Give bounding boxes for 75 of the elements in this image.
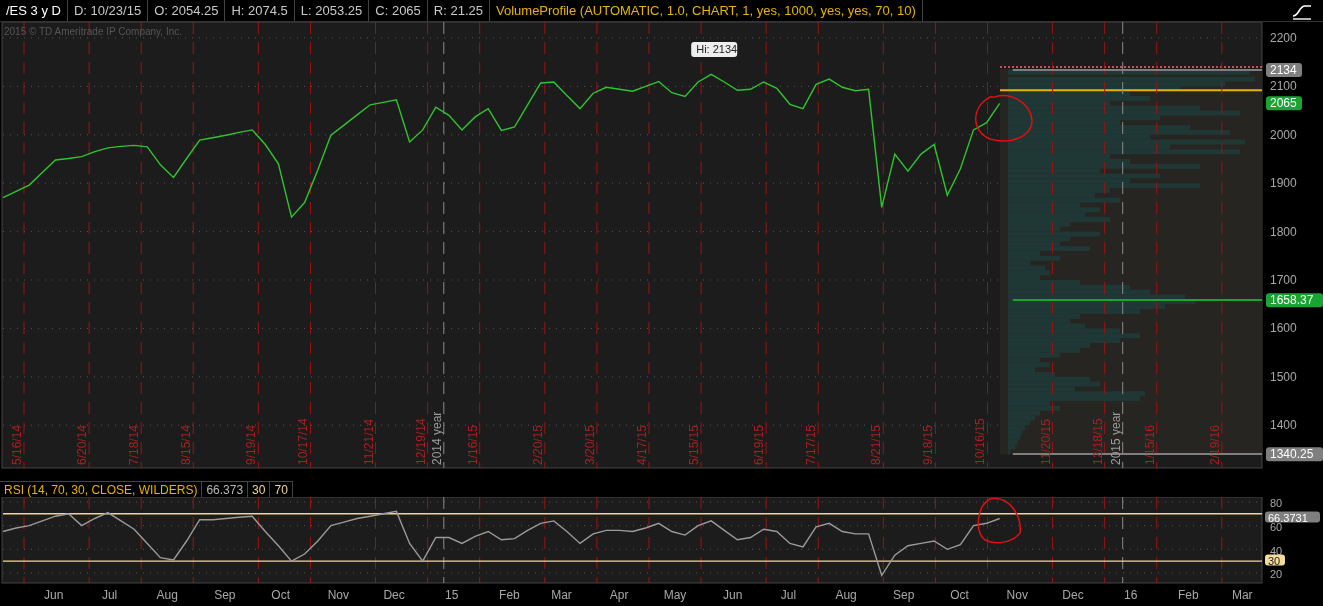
- axis-label: Mar: [1231, 588, 1253, 602]
- axis-label: Nov: [327, 588, 349, 602]
- circle-annotation: [975, 94, 1033, 142]
- date-label: 5/15/15: [687, 424, 702, 465]
- date-label: 7/18/14: [127, 424, 142, 465]
- axis-label: Nov: [1006, 588, 1028, 602]
- axis-label: 2100: [1270, 79, 1297, 94]
- axis-label: 2000: [1270, 127, 1297, 142]
- date-label: 11/20/15: [1038, 419, 1053, 465]
- axis-label: Oct: [271, 588, 290, 602]
- date-label: 1/16/15: [465, 424, 480, 465]
- price-badge: 1658.37: [1266, 293, 1323, 308]
- axis-label: Aug: [835, 588, 857, 602]
- axis-label: 1400: [1270, 418, 1297, 433]
- axis-label: Jul: [101, 588, 118, 602]
- axis-label: 2200: [1270, 30, 1297, 45]
- date-label: 4/17/15: [634, 424, 649, 465]
- date-label: 9/18/15: [921, 424, 936, 465]
- axis-label: 60: [1270, 521, 1283, 534]
- quote-field: O: 2054.25: [148, 0, 226, 21]
- axis-label: Jun: [44, 588, 64, 602]
- axis-label: 20: [1270, 568, 1283, 581]
- date-label: 5/16/14: [10, 424, 24, 465]
- axis-label: 1700: [1270, 273, 1297, 287]
- axis-label: Mar: [551, 588, 572, 602]
- axis-label: Apr: [609, 588, 629, 602]
- date-label: 12/19/14: [413, 418, 428, 465]
- axis-label: 80: [1270, 497, 1283, 510]
- study-label: VolumeProfile (AUTOMATIC, 1.0, CHART, 1, yes, 1000, yes, yes, 70, 10): [490, 0, 923, 21]
- axis-label: Jul: [780, 588, 797, 602]
- date-label: 8/15/14: [179, 424, 194, 465]
- axis-label: Aug: [156, 588, 178, 602]
- quote-field: R: 21.25: [427, 0, 490, 21]
- quote-field: H: 2074.5: [225, 0, 295, 21]
- date-label: 8/21/15: [869, 424, 884, 465]
- quote-field: C: 2065: [369, 0, 428, 21]
- date-label: 10/16/15: [973, 418, 988, 465]
- date-label: 7/17/15: [804, 424, 819, 465]
- circle-annotation: [977, 497, 1021, 544]
- axis-label: 1800: [1270, 224, 1297, 239]
- price-badge: 1340.25: [1266, 447, 1323, 462]
- axis-label: Dec: [383, 588, 405, 602]
- axis-label: 1900: [1270, 176, 1297, 191]
- axis-label: 1500: [1270, 369, 1297, 384]
- axis-label: May: [663, 588, 687, 602]
- axis-label: 40: [1270, 544, 1283, 557]
- date-label: 1/15/16: [1142, 424, 1157, 465]
- axis-label: Feb: [1178, 588, 1199, 602]
- date-label: 2/20/15: [530, 424, 545, 465]
- axis-label: Sep: [893, 588, 915, 602]
- value-badge: 30: [1265, 554, 1285, 567]
- date-label: 2/19/16: [1207, 424, 1222, 465]
- date-label: 10/17/14: [296, 418, 311, 465]
- axis-label: 15: [445, 588, 459, 602]
- axis-label: Dec: [1062, 588, 1084, 602]
- axis-label: 16: [1124, 588, 1138, 602]
- quote-field: L: 2053.25: [294, 0, 370, 21]
- axis-label: Feb: [499, 588, 520, 602]
- date-label: 6/19/15: [752, 424, 767, 465]
- year-label: 2014 year: [429, 411, 444, 465]
- axis-label: Jun: [723, 588, 743, 602]
- axis-label: Oct: [950, 588, 969, 602]
- year-label: 2015 year: [1108, 411, 1123, 465]
- date-label: 12/18/15: [1090, 418, 1105, 465]
- axis-label: 1600: [1270, 321, 1297, 336]
- price-badge: 2065: [1266, 96, 1302, 111]
- axis-label: Sep: [214, 588, 236, 602]
- date-label: 11/21/14: [361, 419, 376, 465]
- price-badge: 2134: [1266, 62, 1302, 77]
- quote-field: D: 10/23/15: [67, 0, 149, 21]
- quote-field: /ES 3 y D: [0, 0, 68, 21]
- date-label: 3/20/15: [582, 424, 597, 465]
- value-badge: 66.3731: [1265, 511, 1320, 524]
- date-label: 9/19/14: [244, 424, 259, 465]
- date-label: 6/20/14: [75, 424, 90, 465]
